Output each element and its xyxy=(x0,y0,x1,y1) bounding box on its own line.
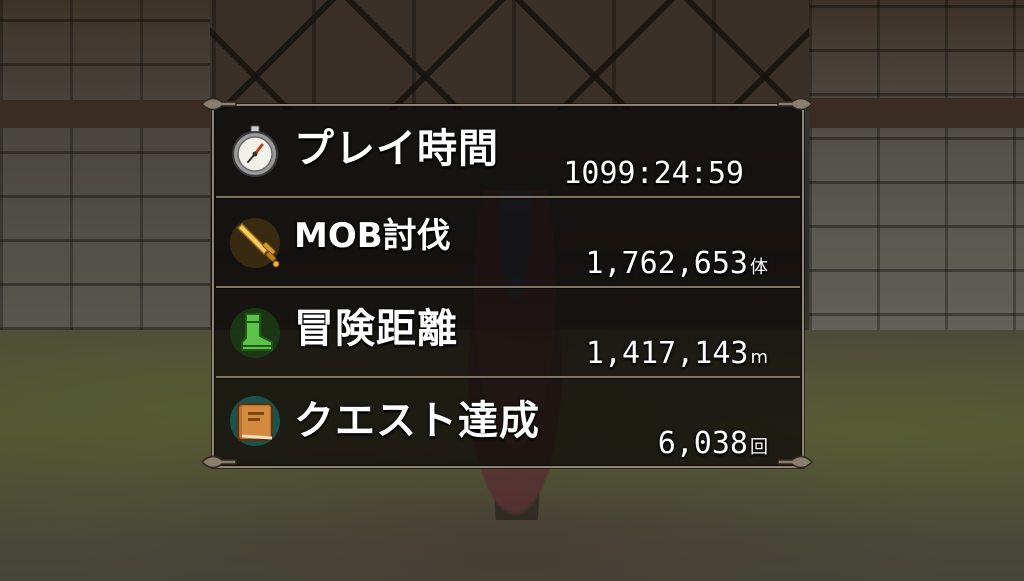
stat-value-unit: m xyxy=(750,347,768,368)
wooden-beam-left xyxy=(0,100,210,128)
gate-brace xyxy=(200,0,820,110)
stat-value-number: 1,417,143 xyxy=(585,336,749,371)
stone-wall-right xyxy=(809,0,1024,360)
stat-value: 1,417,143 m xyxy=(586,336,768,371)
wooden-beam-right xyxy=(809,98,1024,128)
stat-label: プレイ時間 xyxy=(294,126,499,172)
stopwatch-icon xyxy=(228,124,282,178)
stat-row-play-time: プレイ時間 1099:24:59 xyxy=(214,108,802,198)
stat-row-quest-completed: クエスト達成 6,038 回 xyxy=(214,378,802,464)
stat-row-adventure-distance: 冒険距離 1,417,143 m xyxy=(214,288,802,376)
stats-panel: プレイ時間 1099:24:59 MOB討伐 1,762,653 体 冒険距離 … xyxy=(212,104,804,468)
stat-label: MOB討伐 xyxy=(294,216,451,256)
sword-icon xyxy=(228,216,282,270)
panel-corner-ornament xyxy=(200,94,238,114)
stat-value: 1,762,653 体 xyxy=(585,246,768,281)
stat-value-unit: 体 xyxy=(750,257,768,278)
stone-wall-left xyxy=(0,0,210,330)
stat-value: 6,038 回 xyxy=(658,426,768,461)
stat-row-mob-kills: MOB討伐 1,762,653 体 xyxy=(214,198,802,286)
stat-value-number: 1099:24:59 xyxy=(563,156,744,191)
stat-value-number: 1,762,653 xyxy=(585,246,748,281)
stat-value: 1099:24:59 xyxy=(563,156,746,191)
panel-corner-ornament xyxy=(776,452,814,472)
panel-corner-ornament xyxy=(776,94,814,114)
stat-value-unit: 回 xyxy=(750,437,768,458)
book-icon xyxy=(228,394,282,448)
stat-label: クエスト達成 xyxy=(294,398,540,444)
panel-corner-ornament xyxy=(200,452,238,472)
stat-label: 冒険距離 xyxy=(294,306,458,352)
stat-value-number: 6,038 xyxy=(657,426,748,461)
boot-icon xyxy=(228,306,282,360)
